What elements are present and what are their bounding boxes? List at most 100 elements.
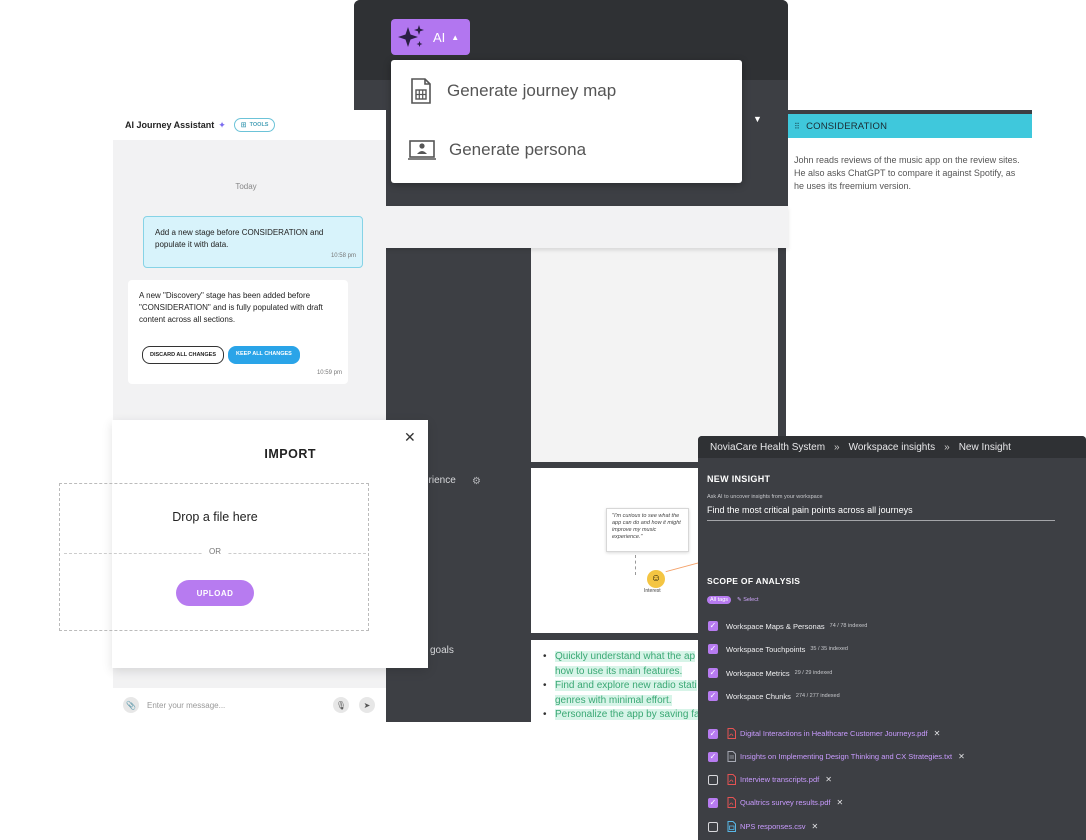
pdf-file-icon <box>726 774 736 785</box>
chat-input-bar: 📎 Enter your message... 🎙 ➤ <box>113 688 386 722</box>
connector-line <box>635 555 636 575</box>
breadcrumb: NoviaCare Health System » Workspace insi… <box>698 436 1086 458</box>
or-divider: OR <box>60 547 370 559</box>
persona-icon <box>408 140 436 160</box>
csv-file-icon <box>726 821 736 832</box>
or-text: OR <box>203 547 227 556</box>
file-name: NPS responses.csv <box>740 822 806 831</box>
page-title: NEW INSIGHT <box>707 474 771 484</box>
microphone-icon[interactable]: 🎙 <box>333 697 349 713</box>
breadcrumb-item: New Insight <box>958 441 1011 453</box>
stage-description[interactable]: John reads reviews of the music app on t… <box>794 154 1026 193</box>
tag-filter: All tags ✎ Select <box>707 596 758 604</box>
keep-all-changes-button[interactable]: KEEP ALL CHANGES <box>228 346 300 364</box>
source-label: Workspace Maps & Personas <box>726 621 825 631</box>
file-drop-zone[interactable]: Drop a file here OR UPLOAD <box>59 483 369 631</box>
checkbox[interactable]: ✓ <box>708 668 718 678</box>
file-name: Insights on Implementing Design Thinking… <box>740 752 953 761</box>
drag-handle-icon[interactable]: ⠿ <box>794 122 800 131</box>
persona-quote-card[interactable]: "I'm curious to see what the app can do … <box>606 508 689 552</box>
scope-source-row[interactable]: ✓ Workspace Maps & Personas 74 / 78 inde… <box>708 621 867 631</box>
file-row[interactable]: ✓ Qualtrics survey results.pdf ✕ <box>708 797 843 808</box>
send-icon[interactable]: ➤ <box>359 697 375 713</box>
ai-button[interactable]: AI ▲ <box>391 19 470 55</box>
paperclip-icon[interactable]: 📎 <box>123 697 139 713</box>
breadcrumb-item[interactable]: Workspace insights <box>849 442 936 453</box>
toolbar-bottom-strip <box>354 206 788 248</box>
message-time: 10:59 pm <box>316 370 342 376</box>
new-insight-panel: NoviaCare Health System » Workspace insi… <box>698 436 1086 840</box>
assistant-message: A new "Discovery" stage has been added b… <box>128 280 348 384</box>
smile-emoji-icon[interactable]: ☺ <box>647 570 665 588</box>
stage-header-consideration[interactable]: ⠿ CONSIDERATION <box>786 114 1032 138</box>
checkbox[interactable]: ✓ <box>708 728 718 739</box>
index-count: 274 / 277 indexed <box>795 693 840 699</box>
ask-field-label: Ask AI to uncover insights from your wor… <box>707 494 823 500</box>
file-row[interactable]: ✓ Digital Interactions in Healthcare Cus… <box>708 728 940 739</box>
checkbox[interactable]: ✓ <box>708 621 718 631</box>
chevron-down-icon[interactable]: ▼ <box>753 114 762 124</box>
menu-item-label: Generate persona <box>449 140 587 159</box>
sparkles-icon: ✦ <box>218 119 226 130</box>
insight-prompt-input[interactable]: Find the most critical pain points acros… <box>707 505 1055 521</box>
remove-icon[interactable]: ✕ <box>825 775 832 784</box>
scope-source-row[interactable]: ✓ Workspace Chunks 274 / 277 indexed <box>708 691 840 701</box>
source-label: Workspace Chunks <box>726 691 791 701</box>
tools-label: TOOLS <box>249 122 269 128</box>
file-row[interactable]: NPS responses.csv ✕ <box>708 821 818 832</box>
menu-item-generate-journey-map[interactable]: Generate journey map <box>391 62 742 120</box>
checkbox[interactable]: ✓ <box>708 644 718 654</box>
checkbox[interactable]: ✓ <box>708 751 718 762</box>
remove-icon[interactable]: ✕ <box>934 729 941 738</box>
remove-icon[interactable]: ✕ <box>811 822 818 831</box>
stage-title: CONSIDERATION <box>806 120 888 132</box>
ai-toolbar-panel: AI ▲ ▼ Generate journey map Generate per… <box>354 0 788 206</box>
chevron-double-right-icon: » <box>834 441 840 453</box>
all-tags-chip[interactable]: All tags <box>707 596 732 604</box>
upload-button[interactable]: UPLOAD <box>176 580 254 606</box>
sparkles-icon <box>398 25 424 47</box>
message-text: A new "Discovery" stage has been added b… <box>139 291 323 324</box>
message-input[interactable]: Enter your message... <box>147 701 225 710</box>
pdf-file-icon <box>726 797 736 808</box>
checkbox[interactable]: ✓ <box>708 691 718 701</box>
scope-source-row[interactable]: ✓ Workspace Touchpoints 35 / 35 indexed <box>708 644 848 654</box>
journey-map-icon <box>411 78 431 104</box>
journey-cell-empty[interactable] <box>531 238 778 462</box>
message-time: 10:58 pm <box>330 253 356 259</box>
goals-row-label: goals <box>430 645 454 656</box>
scope-source-row[interactable]: ✓ Workspace Metrics 29 / 29 indexed <box>708 668 832 678</box>
file-name: Interview transcripts.pdf <box>740 775 820 784</box>
select-tags-link[interactable]: ✎ Select <box>737 597 758 603</box>
emotion-label: Interest <box>644 588 661 594</box>
close-icon[interactable]: ✕ <box>404 429 416 446</box>
message-actions: DISCARD ALL CHANGES KEEP ALL CHANGES <box>142 346 300 364</box>
index-count: 74 / 78 indexed <box>829 623 868 629</box>
file-row[interactable]: Interview transcripts.pdf ✕ <box>708 774 832 785</box>
chevron-double-right-icon: » <box>944 441 950 453</box>
ai-button-label: AI <box>433 29 446 45</box>
remove-icon[interactable]: ✕ <box>958 752 965 761</box>
gear-icon[interactable]: ⚙ <box>472 476 481 487</box>
chat-header: AI Journey Assistant ✦ ⊞ TOOLS <box>113 110 386 140</box>
source-label: Workspace Metrics <box>726 668 790 678</box>
tools-button[interactable]: ⊞ TOOLS <box>233 118 276 132</box>
scope-title: SCOPE OF ANALYSIS <box>707 576 801 586</box>
modal-title: IMPORT <box>264 447 316 461</box>
breadcrumb-item[interactable]: NoviaCare Health System <box>710 442 825 453</box>
checkbox[interactable] <box>708 774 718 785</box>
chat-title: AI Journey Assistant <box>125 120 215 130</box>
discard-all-changes-button[interactable]: DISCARD ALL CHANGES <box>142 346 225 364</box>
file-row[interactable]: ✓ Insights on Implementing Design Thinki… <box>708 751 965 762</box>
date-divider: Today <box>235 182 257 191</box>
remove-icon[interactable]: ✕ <box>836 798 843 807</box>
checkbox[interactable] <box>708 821 718 832</box>
checkbox[interactable]: ✓ <box>708 797 718 808</box>
file-name: Digital Interactions in Healthcare Custo… <box>740 729 928 738</box>
menu-item-generate-persona[interactable]: Generate persona <box>391 121 742 179</box>
grid-icon: ⊞ <box>240 122 247 129</box>
caret-up-icon: ▲ <box>451 32 460 42</box>
txt-file-icon <box>726 751 736 762</box>
index-count: 35 / 35 indexed <box>810 646 848 652</box>
menu-item-label: Generate journey map <box>447 81 617 100</box>
